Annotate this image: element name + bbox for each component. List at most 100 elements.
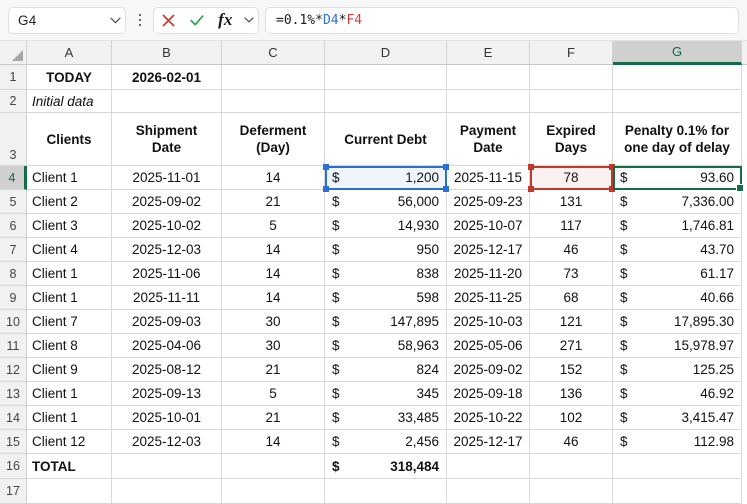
cell-F4[interactable]: 78 xyxy=(530,166,613,190)
cell-A10[interactable]: Client 7 xyxy=(27,310,112,334)
cell-D5[interactable]: $56,000 xyxy=(325,190,447,214)
cell-C13[interactable]: 5 xyxy=(222,382,325,406)
cell-C14[interactable]: 21 xyxy=(222,406,325,430)
cell-B16[interactable] xyxy=(112,454,222,479)
fx-icon[interactable]: fx xyxy=(212,8,238,33)
cell-B4[interactable]: 2025-11-01 xyxy=(112,166,222,190)
cell-B3[interactable]: Shipment Date xyxy=(112,113,222,166)
cell-A4[interactable]: Client 1 xyxy=(27,166,112,190)
spreadsheet-grid[interactable]: A B C D E F G 1 2 3 4 5 6 7 8 9 10 11 12… xyxy=(0,41,747,504)
cell-F8[interactable]: 73 xyxy=(530,262,613,286)
cell-F3[interactable]: Expired Days xyxy=(530,113,613,166)
cell-B2[interactable] xyxy=(112,90,222,113)
kebab-menu-icon[interactable] xyxy=(129,7,151,34)
cell-C11[interactable]: 30 xyxy=(222,334,325,358)
row-header-3[interactable]: 3 xyxy=(0,113,27,166)
chevron-down-icon[interactable] xyxy=(241,17,257,23)
cell-B13[interactable]: 2025-09-13 xyxy=(112,382,222,406)
cell-B7[interactable]: 2025-12-03 xyxy=(112,238,222,262)
cell-A1[interactable]: TODAY xyxy=(27,65,112,90)
column-header-c[interactable]: C xyxy=(222,41,325,64)
cell-C17[interactable] xyxy=(222,479,325,504)
cell-F13[interactable]: 136 xyxy=(530,382,613,406)
row-header-12[interactable]: 12 xyxy=(0,358,27,382)
row-header-14[interactable]: 14 xyxy=(0,406,27,430)
cell-F1[interactable] xyxy=(530,65,613,90)
cell-D15[interactable]: $2,456 xyxy=(325,430,447,454)
cell-B5[interactable]: 2025-09-02 xyxy=(112,190,222,214)
cell-E4[interactable]: 2025-11-15 xyxy=(447,166,530,190)
chevron-down-icon[interactable] xyxy=(105,8,125,33)
cell-G1[interactable] xyxy=(613,65,742,90)
row-header-2[interactable]: 2 xyxy=(0,90,27,113)
cell-B14[interactable]: 2025-10-01 xyxy=(112,406,222,430)
cell-A11[interactable]: Client 8 xyxy=(27,334,112,358)
row-header-13[interactable]: 13 xyxy=(0,382,27,406)
cell-D16[interactable]: $ 318,484 xyxy=(325,454,447,479)
cell-C15[interactable]: 14 xyxy=(222,430,325,454)
cell-G17[interactable] xyxy=(613,479,742,504)
cell-F10[interactable]: 121 xyxy=(530,310,613,334)
row-header-5[interactable]: 5 xyxy=(0,190,27,214)
cell-E12[interactable]: 2025-09-02 xyxy=(447,358,530,382)
cell-G11[interactable]: $15,978.97 xyxy=(613,334,742,358)
cell-G15[interactable]: $112.98 xyxy=(613,430,742,454)
row-header-1[interactable]: 1 xyxy=(0,65,27,90)
cell-F7[interactable]: 46 xyxy=(530,238,613,262)
cell-F11[interactable]: 271 xyxy=(530,334,613,358)
cell-E8[interactable]: 2025-11-20 xyxy=(447,262,530,286)
cell-E13[interactable]: 2025-09-18 xyxy=(447,382,530,406)
cell-A5[interactable]: Client 2 xyxy=(27,190,112,214)
cell-A17[interactable] xyxy=(27,479,112,504)
column-header-a[interactable]: A xyxy=(27,41,112,64)
cell-D12[interactable]: $824 xyxy=(325,358,447,382)
cell-B6[interactable]: 2025-10-02 xyxy=(112,214,222,238)
cell-G9[interactable]: $40.66 xyxy=(613,286,742,310)
cell-A12[interactable]: Client 9 xyxy=(27,358,112,382)
cell-D6[interactable]: $14,930 xyxy=(325,214,447,238)
cell-E7[interactable]: 2025-12-17 xyxy=(447,238,530,262)
cell-E11[interactable]: 2025-05-06 xyxy=(447,334,530,358)
cell-D10[interactable]: $147,895 xyxy=(325,310,447,334)
cell-B10[interactable]: 2025-09-03 xyxy=(112,310,222,334)
row-header-4[interactable]: 4 xyxy=(0,166,27,190)
cell-C2[interactable] xyxy=(222,90,325,113)
cell-E10[interactable]: 2025-10-03 xyxy=(447,310,530,334)
cell-D4[interactable]: $1,200 xyxy=(325,166,447,190)
cell-D13[interactable]: $345 xyxy=(325,382,447,406)
row-header-9[interactable]: 9 xyxy=(0,286,27,310)
row-header-16[interactable]: 16 xyxy=(0,454,27,479)
cell-A16[interactable]: TOTAL xyxy=(27,454,112,479)
row-header-17[interactable]: 17 xyxy=(0,479,27,504)
cell-G8[interactable]: $61.17 xyxy=(613,262,742,286)
cell-C6[interactable]: 5 xyxy=(222,214,325,238)
cell-E2[interactable] xyxy=(447,90,530,113)
row-header-11[interactable]: 11 xyxy=(0,334,27,358)
column-header-g[interactable]: G xyxy=(613,41,742,65)
formula-input[interactable]: =0.1%*D4*F4 xyxy=(265,6,739,34)
cell-C1[interactable] xyxy=(222,65,325,90)
cell-C3[interactable]: Deferment (Day) xyxy=(222,113,325,166)
cell-D1[interactable] xyxy=(325,65,447,90)
row-header-10[interactable]: 10 xyxy=(0,310,27,334)
cell-G4[interactable]: $93.60 xyxy=(613,166,742,190)
select-all-corner[interactable] xyxy=(0,41,27,64)
cell-E15[interactable]: 2025-12-17 xyxy=(447,430,530,454)
cell-D7[interactable]: $950 xyxy=(325,238,447,262)
cell-B11[interactable]: 2025-04-06 xyxy=(112,334,222,358)
cell-C9[interactable]: 14 xyxy=(222,286,325,310)
cell-A15[interactable]: Client 12 xyxy=(27,430,112,454)
cell-D14[interactable]: $33,485 xyxy=(325,406,447,430)
cell-C8[interactable]: 14 xyxy=(222,262,325,286)
cell-E1[interactable] xyxy=(447,65,530,90)
column-header-e[interactable]: E xyxy=(447,41,530,64)
cell-D8[interactable]: $838 xyxy=(325,262,447,286)
cell-G5[interactable]: $7,336.00 xyxy=(613,190,742,214)
cell-A2[interactable]: Initial data xyxy=(27,90,112,113)
cell-B15[interactable]: 2025-12-03 xyxy=(112,430,222,454)
cell-B9[interactable]: 2025-11-11 xyxy=(112,286,222,310)
column-header-f[interactable]: F xyxy=(530,41,613,64)
cell-G7[interactable]: $43.70 xyxy=(613,238,742,262)
cell-F9[interactable]: 68 xyxy=(530,286,613,310)
cell-C10[interactable]: 30 xyxy=(222,310,325,334)
